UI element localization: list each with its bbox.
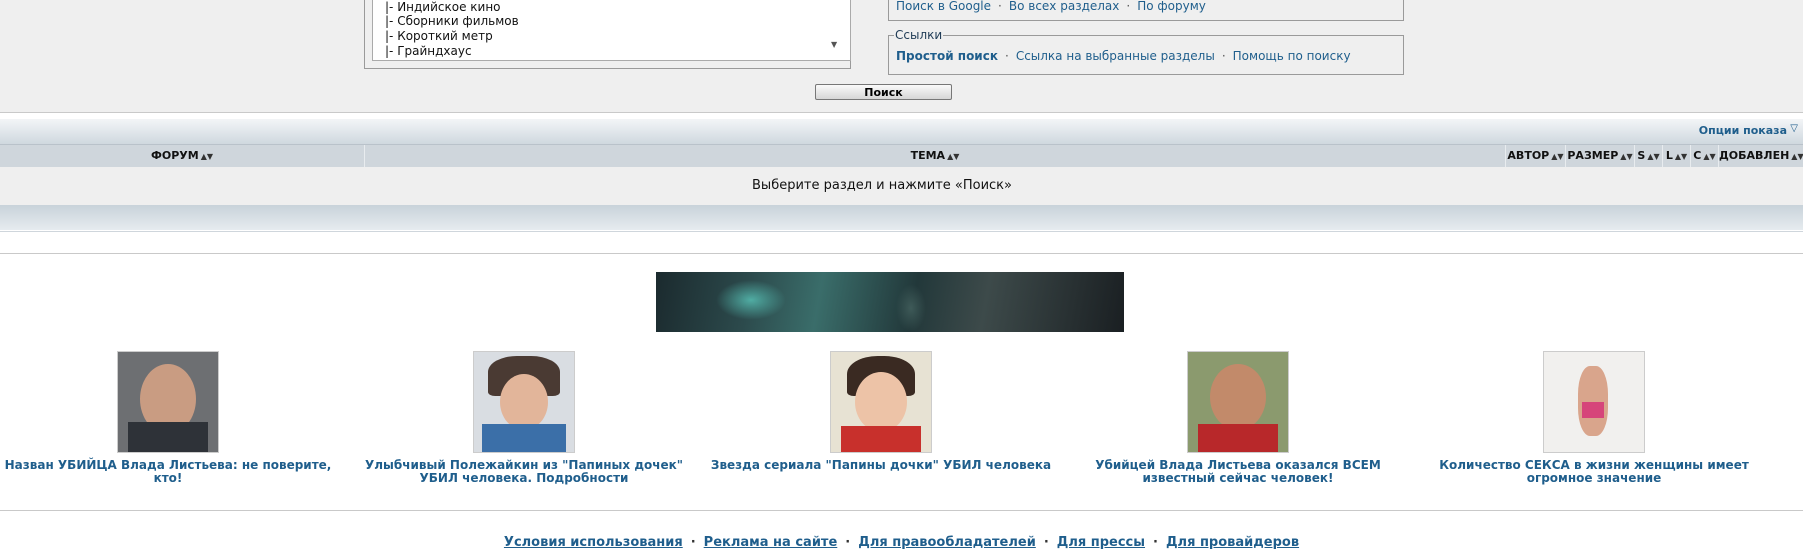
results-footer-bar <box>0 205 1803 230</box>
search-button[interactable]: Поиск <box>815 84 952 100</box>
promo-thumbnail[interactable] <box>473 351 575 453</box>
promo-thumbnail[interactable] <box>1187 351 1289 453</box>
column-added[interactable]: ДОБАВЛЕН ▲▼ <box>1719 145 1803 167</box>
column-leechers[interactable]: L ▲▼ <box>1663 145 1691 167</box>
search-form-area: |- Индийское кино |- Сборники фильмов |-… <box>0 0 1803 112</box>
promo-thumbnail[interactable] <box>1543 351 1645 453</box>
providers-link[interactable]: Для провайдеров <box>1166 535 1299 550</box>
press-link[interactable]: Для прессы <box>1057 535 1145 550</box>
terms-link[interactable]: Условия использования <box>504 535 683 550</box>
sort-icon: ▲▼ <box>1791 152 1803 161</box>
forum-link[interactable]: По форуму <box>1137 0 1206 13</box>
sort-icon: ▲▼ <box>200 152 214 161</box>
forum-select-list[interactable]: |- Индийское кино |- Сборники фильмов |-… <box>372 0 851 61</box>
google-search-link[interactable]: Поиск в Google <box>896 0 991 13</box>
advertising-link[interactable]: Реклама на сайте <box>704 535 838 550</box>
promo-thumbnail[interactable] <box>117 351 219 453</box>
column-forum[interactable]: ФОРУМ ▲▼ <box>0 145 365 167</box>
search-help-link[interactable]: Помощь по поиску <box>1233 49 1351 63</box>
sort-icon: ▲▼ <box>1674 152 1688 161</box>
forum-option[interactable]: |- Короткий метр <box>385 29 493 43</box>
promo-title[interactable]: Звезда сериала "Папины дочки" УБИЛ челов… <box>706 459 1056 472</box>
results-empty-row: Выберите раздел и нажмите «Поиск» <box>0 167 1803 205</box>
sort-icon: ▲▼ <box>947 152 960 161</box>
display-options-link[interactable]: Опции показа <box>1699 124 1787 137</box>
sort-icon: ▲▼ <box>1703 152 1716 161</box>
sort-icon: ▲▼ <box>1647 152 1660 161</box>
column-size[interactable]: РАЗМЕР ▲▼ <box>1566 145 1635 167</box>
all-sections-link[interactable]: Во всех разделах <box>1009 0 1120 13</box>
google-search-fieldset: Поиск в Google · Во всех разделах · По форум… <box>888 0 1404 21</box>
forum-option[interactable]: |- Грайндхаус <box>385 44 472 58</box>
column-completed[interactable]: C ▲▼ <box>1691 145 1719 167</box>
promo-title[interactable]: Назван УБИЙЦА Влада Листьева: не поверит… <box>0 459 343 485</box>
column-seeders[interactable]: S ▲▼ <box>1635 145 1663 167</box>
promo-title[interactable]: Улыбчивый Полежайкин из "Папиных дочек" … <box>349 459 699 485</box>
empty-message: Выберите раздел и нажмите «Поиск» <box>752 178 1012 193</box>
forum-option[interactable]: |- Сборники фильмов <box>385 14 519 28</box>
promo-title[interactable]: Количество СЕКСА в жизни женщины имеет о… <box>1419 459 1769 485</box>
chevron-down-icon[interactable]: ▽ <box>1790 123 1798 134</box>
column-author[interactable]: АВТОР ▲▼ <box>1506 145 1566 167</box>
divider <box>0 253 1803 254</box>
rightsholders-link[interactable]: Для правообладателей <box>858 535 1036 550</box>
divider <box>0 510 1803 511</box>
results-table-header: ФОРУМ ▲▼ ТЕМА ▲▼ АВТОР ▲▼ РАЗМЕР ▲▼ S ▲▼ L ▲▼ … <box>0 144 1803 168</box>
selected-sections-link[interactable]: Ссылка на выбранные разделы <box>1016 49 1215 63</box>
ad-banner[interactable] <box>656 272 1124 332</box>
divider <box>0 231 1803 232</box>
links-legend: Ссылки <box>894 28 944 42</box>
sort-icon: ▲▼ <box>1620 152 1633 161</box>
sort-icon: ▲▼ <box>1551 152 1564 161</box>
footer-links: Условия использования · Реклама на сайте · Д… <box>503 535 1300 550</box>
column-topic[interactable]: ТЕМА ▲▼ <box>365 145 1506 167</box>
divider <box>0 112 1803 113</box>
links-fieldset: Ссылки Простой поиск · Ссылка на выбранные… <box>888 28 1404 75</box>
forum-select-fieldset: |- Индийское кино |- Сборники фильмов |-… <box>364 0 851 69</box>
promo-title[interactable]: Убийцей Влада Листьева оказался ВСЕМ изв… <box>1063 459 1413 485</box>
simple-search-link[interactable]: Простой поиск <box>896 49 998 63</box>
forum-option[interactable]: |- Индийское кино <box>385 0 501 14</box>
options-bar: Опции показа ▽ <box>0 119 1803 144</box>
promo-thumbnail[interactable] <box>830 351 932 453</box>
scroll-down-icon[interactable]: ▼ <box>831 40 837 49</box>
